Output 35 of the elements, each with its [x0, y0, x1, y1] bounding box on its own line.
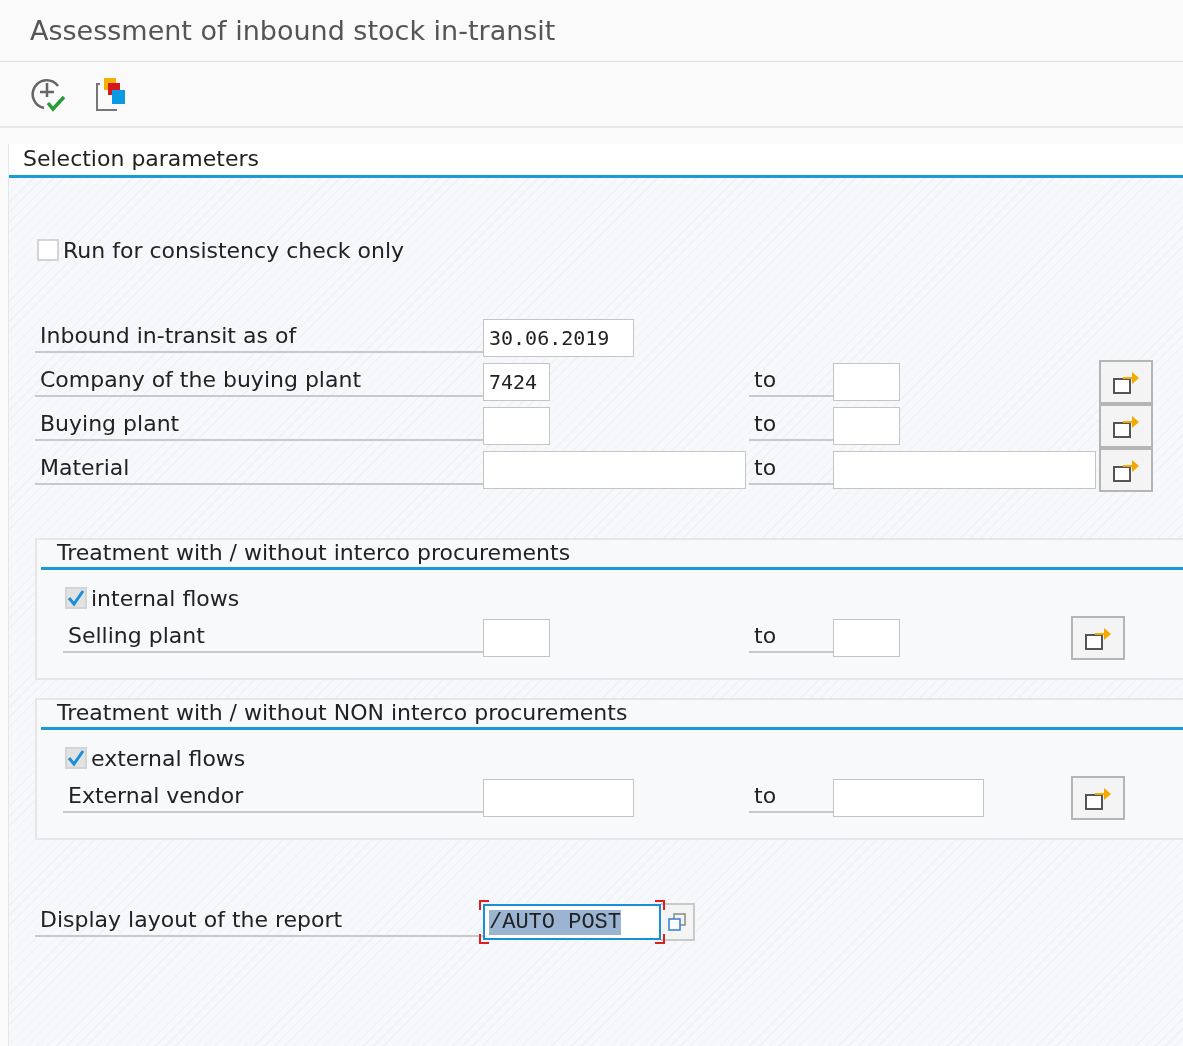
- input-field[interactable]: [483, 779, 634, 817]
- input-field[interactable]: 7424: [483, 363, 550, 401]
- field-label: External vendor: [63, 783, 483, 813]
- checkbox-label: external flows: [91, 745, 246, 771]
- checkbox-label: Run for consistency check only: [63, 237, 405, 263]
- field-label: Selling plant: [63, 623, 483, 653]
- input-field[interactable]: [483, 407, 550, 445]
- input-field[interactable]: 30.06.2019: [483, 319, 634, 357]
- window-title: Assessment of inbound stock in-transit: [0, 0, 1183, 62]
- multiple-selection-button[interactable]: [1099, 360, 1153, 404]
- checkbox-label: internal flows: [91, 585, 240, 611]
- value-help-button[interactable]: [661, 903, 695, 941]
- field-label: Company of the buying plant: [35, 367, 483, 397]
- input-field[interactable]: [483, 619, 550, 657]
- input-field[interactable]: [483, 451, 746, 489]
- multiple-selection-button[interactable]: [1071, 776, 1125, 820]
- checkbox[interactable]: [65, 747, 87, 769]
- group-header: Treatment with / without NON interco procurements: [41, 700, 1183, 730]
- field-label: Inbound in-transit as of: [35, 323, 483, 353]
- multiple-selection-button[interactable]: [1071, 616, 1125, 660]
- multiple-selection-button[interactable]: [1099, 448, 1153, 492]
- input-field[interactable]: [833, 619, 900, 657]
- field-label: Material: [35, 455, 483, 485]
- input-field[interactable]: [833, 451, 1096, 489]
- field-label: Buying plant: [35, 411, 483, 441]
- field-label: Display layout of the report: [35, 907, 483, 937]
- input-field[interactable]: [833, 363, 900, 401]
- checkbox[interactable]: [37, 239, 59, 261]
- checkbox[interactable]: [65, 587, 87, 609]
- input-field[interactable]: [833, 779, 984, 817]
- multiple-selection-button[interactable]: [1099, 404, 1153, 448]
- section-header: Selection parameters: [9, 144, 1183, 178]
- group-header: Treatment with / without interco procurements: [41, 540, 1183, 570]
- value-help-icon: [667, 912, 687, 932]
- input-field[interactable]: [833, 407, 900, 445]
